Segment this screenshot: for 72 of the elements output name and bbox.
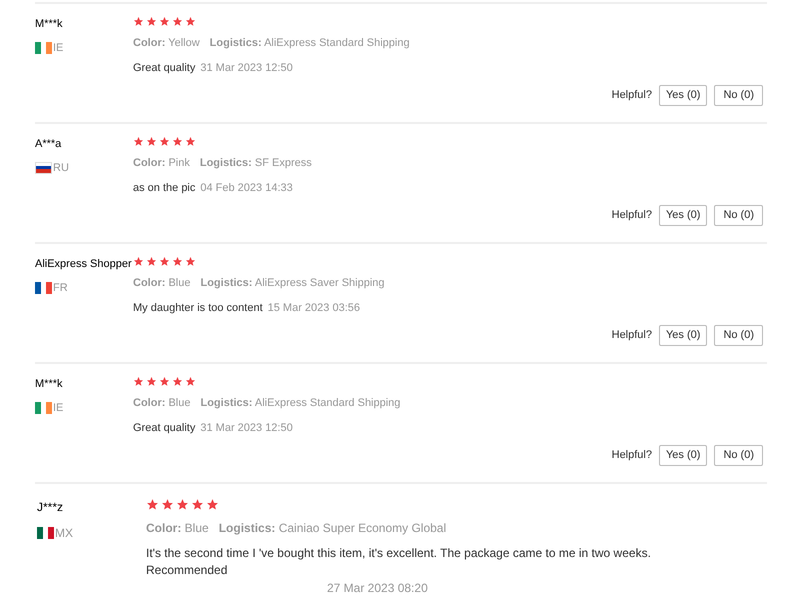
star-icon bbox=[185, 256, 196, 267]
flag-icon bbox=[35, 162, 52, 174]
helpful-label: Helpful? bbox=[612, 88, 652, 104]
yes-button[interactable]: Yes (0) bbox=[658, 85, 708, 106]
logistics-info: Logistics: AliExpress Standard Shipping bbox=[210, 36, 410, 51]
star-icon bbox=[146, 498, 159, 511]
star-icon bbox=[159, 136, 170, 147]
star-icon bbox=[133, 376, 144, 387]
star-icon bbox=[172, 256, 183, 267]
country-code: IE bbox=[53, 40, 64, 56]
no-button[interactable]: No (0) bbox=[714, 205, 763, 226]
star-icon bbox=[159, 376, 170, 387]
star-icon bbox=[172, 16, 183, 27]
review-date: 04 Feb 2023 14:33 bbox=[200, 180, 293, 196]
flag-icon bbox=[35, 42, 52, 54]
color-info: Color: Blue bbox=[146, 520, 209, 537]
star-icon bbox=[146, 136, 157, 147]
logistics-info: Logistics: SF Express bbox=[200, 156, 312, 171]
country-code: IE bbox=[53, 400, 64, 416]
reviewer-name: M***k bbox=[35, 377, 64, 392]
review-text: It's the second time I 've bought this item, it's excellent. The package came to me in two weeks. Recommended bbox=[146, 545, 652, 579]
star-icon bbox=[185, 376, 196, 387]
yes-button[interactable]: Yes (0) bbox=[658, 325, 708, 346]
star-icon bbox=[159, 256, 170, 267]
color-info: Color: Yellow bbox=[133, 36, 200, 51]
star-icon bbox=[146, 376, 157, 387]
yes-button[interactable]: Yes (0) bbox=[658, 205, 708, 226]
review-text: Great quality bbox=[133, 420, 196, 436]
review-text: as on the pic bbox=[133, 180, 196, 196]
yes-button[interactable]: Yes (0) bbox=[658, 445, 708, 466]
flag-icon bbox=[37, 527, 54, 539]
logistics-info: Logistics: Cainiao Super Economy Global bbox=[218, 520, 446, 537]
no-button[interactable]: No (0) bbox=[714, 85, 763, 106]
color-info: Color: Blue bbox=[133, 276, 190, 291]
country-code: MX bbox=[55, 525, 73, 542]
reviewer-name: M***k bbox=[35, 17, 64, 32]
star-icon bbox=[146, 256, 157, 267]
star-icon bbox=[172, 136, 183, 147]
country-code: FR bbox=[53, 280, 68, 296]
color-info: Color: Blue bbox=[133, 396, 190, 411]
no-button[interactable]: No (0) bbox=[714, 325, 763, 346]
review-date: 27 Mar 2023 08:20 bbox=[327, 580, 429, 595]
star-icon bbox=[159, 16, 170, 27]
star-icon bbox=[185, 16, 196, 27]
review-date: 31 Mar 2023 12:50 bbox=[200, 60, 293, 76]
star-icon bbox=[161, 498, 174, 511]
star-icon bbox=[133, 256, 144, 267]
star-icon bbox=[185, 136, 196, 147]
review-text: Great quality bbox=[133, 60, 196, 76]
review-text: My daughter is too content bbox=[133, 300, 263, 316]
reviewer-name: J***z bbox=[37, 499, 64, 516]
reviewer-name: AliExpress Shopper bbox=[35, 257, 133, 272]
helpful-label: Helpful? bbox=[612, 328, 652, 344]
star-icon bbox=[206, 498, 219, 511]
star-icon bbox=[133, 136, 144, 147]
star-icon bbox=[133, 16, 144, 27]
helpful-label: Helpful? bbox=[612, 448, 652, 464]
logistics-info: Logistics: AliExpress Saver Shipping bbox=[200, 276, 385, 291]
flag-icon bbox=[35, 402, 52, 414]
review-date: 31 Mar 2023 12:50 bbox=[200, 420, 293, 436]
star-icon bbox=[176, 498, 189, 511]
color-info: Color: Pink bbox=[133, 156, 190, 171]
logistics-info: Logistics: AliExpress Standard Shipping bbox=[200, 396, 400, 411]
star-icon bbox=[172, 376, 183, 387]
star-icon bbox=[146, 16, 157, 27]
review-date: 15 Mar 2023 03:56 bbox=[268, 300, 360, 316]
reviewer-name: A***a bbox=[35, 137, 62, 152]
flag-icon bbox=[35, 282, 52, 294]
helpful-label: Helpful? bbox=[612, 208, 652, 224]
country-code: RU bbox=[53, 160, 69, 176]
star-icon bbox=[191, 498, 204, 511]
no-button[interactable]: No (0) bbox=[714, 445, 763, 466]
